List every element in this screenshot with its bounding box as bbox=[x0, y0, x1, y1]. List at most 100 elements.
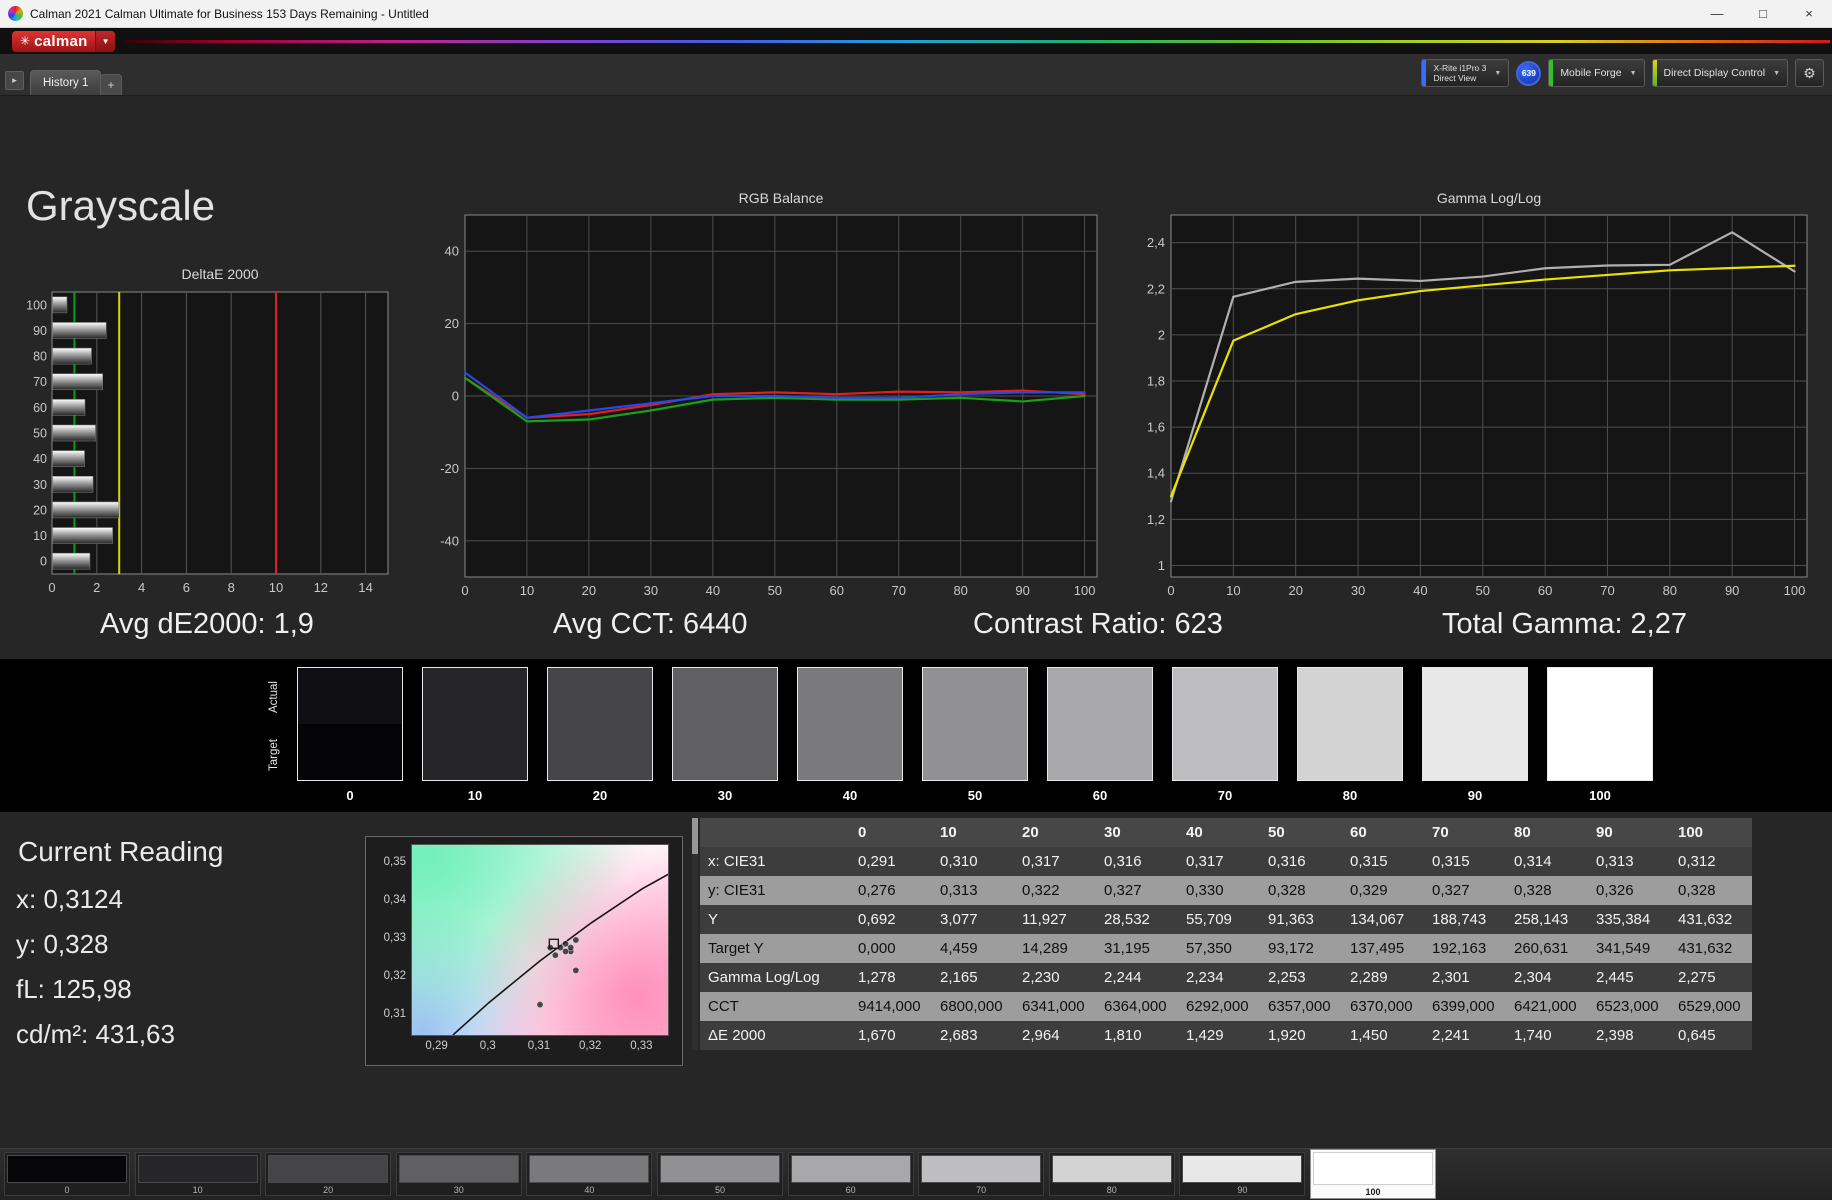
table-row-label: Target Y bbox=[708, 940, 764, 957]
pattern-swatch bbox=[7, 1155, 127, 1183]
pattern-label: 80 bbox=[1106, 1185, 1117, 1195]
chevron-down-icon: ▼ bbox=[1629, 69, 1637, 77]
svg-text:60: 60 bbox=[1538, 583, 1552, 598]
table-cell: 6800,000 bbox=[940, 998, 1003, 1015]
table-row: Gamma Log/Log 1,278 2,165 2,230 2,244 2,234 2,… bbox=[700, 963, 1752, 992]
swatch-actual bbox=[798, 668, 902, 724]
pattern-patch-50[interactable]: 50 bbox=[657, 1152, 783, 1196]
brand-bar: ✳ calman ▼ bbox=[0, 28, 1832, 54]
pattern-patch-90[interactable]: 90 bbox=[1179, 1152, 1306, 1196]
gamma-chart-title: Gamma Log/Log bbox=[1436, 190, 1542, 206]
pattern-label: 10 bbox=[192, 1185, 203, 1195]
meter-dropdown[interactable]: X-Rite i1Pro 3 Direct View ▼ bbox=[1421, 59, 1510, 87]
pattern-patch-10[interactable]: 10 bbox=[134, 1152, 261, 1196]
svg-text:10: 10 bbox=[1226, 583, 1240, 598]
cie-y-tick-label: 0,35 bbox=[383, 856, 406, 868]
swatch-actual bbox=[298, 668, 402, 724]
table-cell: 0,317 bbox=[1022, 853, 1060, 870]
svg-text:100: 100 bbox=[26, 298, 47, 312]
window-title: Calman 2021 Calman Ultimate for Business… bbox=[30, 6, 429, 21]
swatch-target bbox=[423, 724, 527, 780]
workflow-dropdown[interactable]: Direct Display Control ▼ bbox=[1651, 59, 1788, 87]
svg-text:6: 6 bbox=[183, 580, 190, 595]
table-cell: 2,304 bbox=[1514, 969, 1552, 986]
table-cell: 192,163 bbox=[1432, 940, 1487, 957]
table-cell: 6341,000 bbox=[1022, 998, 1085, 1015]
reading-cdm2: cd/m²: 431,63 bbox=[16, 1019, 175, 1049]
pattern-swatch bbox=[268, 1155, 389, 1183]
pattern-label: 100 bbox=[1365, 1187, 1381, 1197]
cie-y-tick-label: 0,32 bbox=[383, 970, 406, 982]
table-cell: 11,927 bbox=[1022, 911, 1067, 928]
table-cell: 0,000 bbox=[858, 940, 896, 957]
page-title: Grayscale bbox=[26, 182, 216, 229]
table-cell: 258,143 bbox=[1514, 911, 1569, 928]
table-cell: 0,322 bbox=[1022, 882, 1060, 899]
chevron-down-icon: ▼ bbox=[1773, 69, 1780, 77]
svg-text:70: 70 bbox=[891, 583, 905, 598]
tab-history-1[interactable]: History 1 bbox=[30, 70, 102, 95]
svg-text:60: 60 bbox=[830, 583, 844, 598]
stat-avg-de2000: Avg dE2000: 1,9 bbox=[100, 608, 314, 640]
meter-mode: Direct View bbox=[1433, 73, 1477, 83]
pattern-patch-40[interactable]: 40 bbox=[526, 1152, 653, 1196]
reading-fl: fL: 125,98 bbox=[16, 974, 132, 1004]
table-cell: 0,291 bbox=[858, 853, 896, 870]
cie-y-tick-label: 0,31 bbox=[383, 1008, 406, 1020]
cie-y-tick-label: 0,33 bbox=[383, 932, 406, 944]
pattern-patch-20[interactable]: 20 bbox=[265, 1152, 392, 1196]
pattern-patch-30[interactable]: 30 bbox=[395, 1152, 522, 1196]
swatch-label: 90 bbox=[1467, 788, 1483, 803]
swatch-actual bbox=[1548, 668, 1652, 724]
swatch-frame bbox=[797, 667, 903, 781]
svg-text:30: 30 bbox=[644, 583, 658, 598]
window-controls: — □ × bbox=[1694, 0, 1832, 27]
table-cell: 1,670 bbox=[858, 1027, 896, 1044]
table-cell: 0,328 bbox=[1678, 882, 1716, 899]
toolbar: ▸ History 1 + X-Rite i1Pro 3 Direct View… bbox=[0, 54, 1832, 96]
pattern-label: 0 bbox=[64, 1185, 70, 1195]
pattern-patch-60[interactable]: 60 bbox=[787, 1152, 914, 1196]
swatch-frame bbox=[1547, 667, 1653, 781]
table-scrollbar-thumb[interactable] bbox=[692, 818, 698, 854]
svg-text:30: 30 bbox=[33, 478, 47, 492]
table-cell: 2,964 bbox=[1022, 1027, 1060, 1044]
pattern-patch-80[interactable]: 80 bbox=[1048, 1152, 1175, 1196]
table-cell: 2,253 bbox=[1268, 969, 1306, 986]
table-header-row: 0 10 20 30 40 50 60 70 80 90 100 bbox=[700, 818, 1752, 847]
swatch-frame bbox=[672, 667, 778, 781]
meter-status-badge[interactable]: 639 bbox=[1516, 60, 1542, 86]
svg-text:40: 40 bbox=[445, 244, 459, 259]
svg-text:40: 40 bbox=[33, 452, 47, 466]
pattern-label: 40 bbox=[584, 1185, 595, 1195]
calman-logo-text: calman bbox=[34, 32, 88, 50]
title-bar: Calman 2021 Calman Ultimate for Business… bbox=[0, 0, 1832, 28]
add-tab-button[interactable]: + bbox=[100, 74, 122, 95]
swatch-50: 50 bbox=[922, 667, 1028, 803]
swatch-60: 60 bbox=[1047, 667, 1153, 803]
svg-text:10: 10 bbox=[520, 583, 534, 598]
table-cell: 0,313 bbox=[940, 882, 978, 899]
pattern-swatch bbox=[529, 1155, 650, 1183]
cie-chart: 0,35 0,34 0,33 0,32 0,31 0,29 0,3 0,31 0,32 0,33 bbox=[365, 836, 683, 1066]
settings-gear-button[interactable]: ⚙ bbox=[1795, 59, 1824, 87]
calman-logo-button[interactable]: ✳ calman ▼ bbox=[12, 30, 116, 52]
pattern-patch-0[interactable]: 0 bbox=[4, 1152, 130, 1196]
pattern-swatch bbox=[1182, 1155, 1303, 1183]
swatch-label: 70 bbox=[1217, 788, 1233, 803]
table-cell: 0,327 bbox=[1432, 882, 1470, 899]
pattern-patch-70[interactable]: 70 bbox=[918, 1152, 1045, 1196]
maximize-button[interactable]: □ bbox=[1740, 0, 1786, 27]
swatch-80: 80 bbox=[1297, 667, 1403, 803]
pattern-patch-100[interactable]: 100 bbox=[1310, 1149, 1436, 1199]
tab-scroll-button[interactable]: ▸ bbox=[5, 71, 24, 90]
table-scrollbar[interactable] bbox=[692, 818, 698, 1050]
swatch-actual bbox=[423, 668, 527, 724]
source-dropdown[interactable]: Mobile Forge ▼ bbox=[1548, 59, 1645, 87]
svg-text:1: 1 bbox=[1158, 558, 1165, 573]
logo-dropdown-caret-icon[interactable]: ▼ bbox=[94, 30, 116, 52]
close-button[interactable]: × bbox=[1786, 0, 1832, 27]
svg-text:0: 0 bbox=[461, 583, 468, 598]
minimize-button[interactable]: — bbox=[1694, 0, 1740, 27]
table-cell: 341,549 bbox=[1596, 940, 1651, 957]
